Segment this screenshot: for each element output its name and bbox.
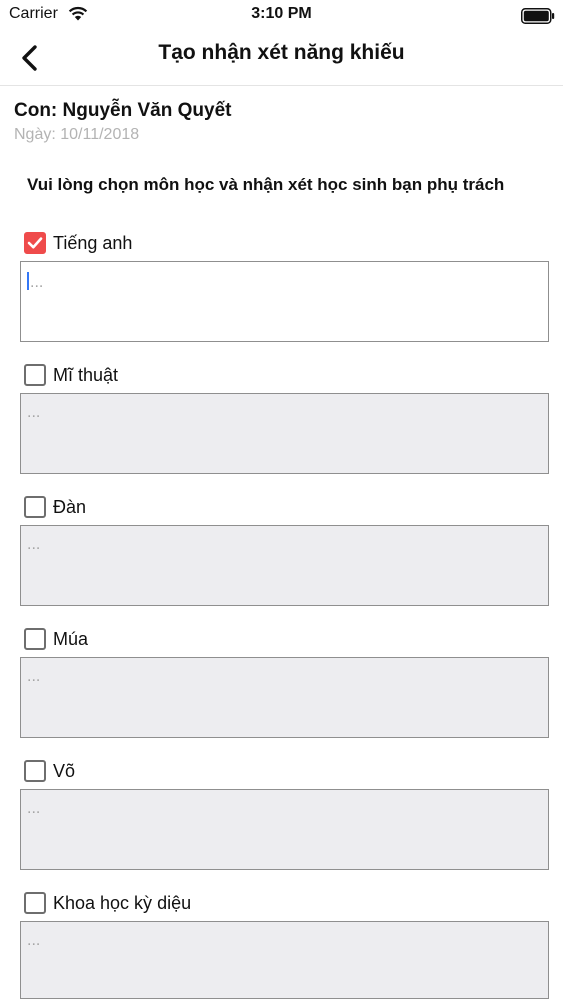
comment-input[interactable]: ...: [20, 921, 549, 999]
status-bar: Carrier 3:10 PM: [0, 0, 563, 30]
checkbox-unchecked[interactable]: [24, 364, 46, 386]
checkbox-unchecked[interactable]: [24, 892, 46, 914]
comment-input[interactable]: ...: [20, 789, 549, 870]
text-cursor: [27, 272, 29, 290]
comment-input[interactable]: ...: [20, 525, 549, 606]
subject-label: Đàn: [53, 496, 87, 517]
comment-input[interactable]: ...: [20, 393, 549, 474]
comment-date: Ngày: 10/11/2018: [14, 126, 140, 143]
subject-checkbox-row[interactable]: Mĩ thuật: [24, 362, 118, 388]
checkbox-unchecked[interactable]: [24, 496, 46, 518]
child-name: Con: Nguyễn Văn Quyết: [14, 100, 232, 121]
subject-label: Khoa học kỳ diệu: [53, 892, 192, 913]
subject-checkbox-row[interactable]: Võ: [24, 758, 75, 784]
comment-input[interactable]: ...: [20, 261, 549, 342]
page-title: Tạo nhận xét năng khiếu: [158, 41, 405, 64]
subject-label: Mĩ thuật: [53, 364, 119, 385]
battery-icon: [521, 8, 555, 29]
screen: Carrier 3:10 PM Tạo nhận xét năng khiếu: [0, 0, 563, 1000]
status-time: 3:10 PM: [251, 5, 312, 22]
comment-placeholder: ...: [27, 536, 41, 553]
comment-placeholder: ...: [30, 274, 44, 291]
subject-label: Tiếng anh: [53, 232, 133, 253]
comment-placeholder: ...: [27, 800, 41, 817]
navigation-bar: Tạo nhận xét năng khiếu: [0, 30, 563, 86]
checkbox-checked[interactable]: [24, 232, 46, 254]
subject-label: Võ: [53, 760, 76, 781]
subject-checkbox-row[interactable]: Tiếng anh: [24, 230, 132, 256]
comment-placeholder: ...: [27, 404, 41, 421]
comment-input[interactable]: ...: [20, 657, 549, 738]
subject-checkbox-row[interactable]: Đàn: [24, 494, 86, 520]
comment-placeholder: ...: [27, 932, 41, 949]
subject-label: Múa: [53, 628, 89, 649]
subject-checkbox-row[interactable]: Khoa học kỳ diệu: [24, 890, 191, 916]
subject-checkbox-row[interactable]: Múa: [24, 626, 88, 652]
checkbox-unchecked[interactable]: [24, 628, 46, 650]
checkmark-icon: [27, 237, 43, 249]
comment-placeholder: ...: [27, 668, 41, 685]
instruction-text: Vui lòng chọn môn học và nhận xét học si…: [27, 175, 505, 194]
checkbox-unchecked[interactable]: [24, 760, 46, 782]
